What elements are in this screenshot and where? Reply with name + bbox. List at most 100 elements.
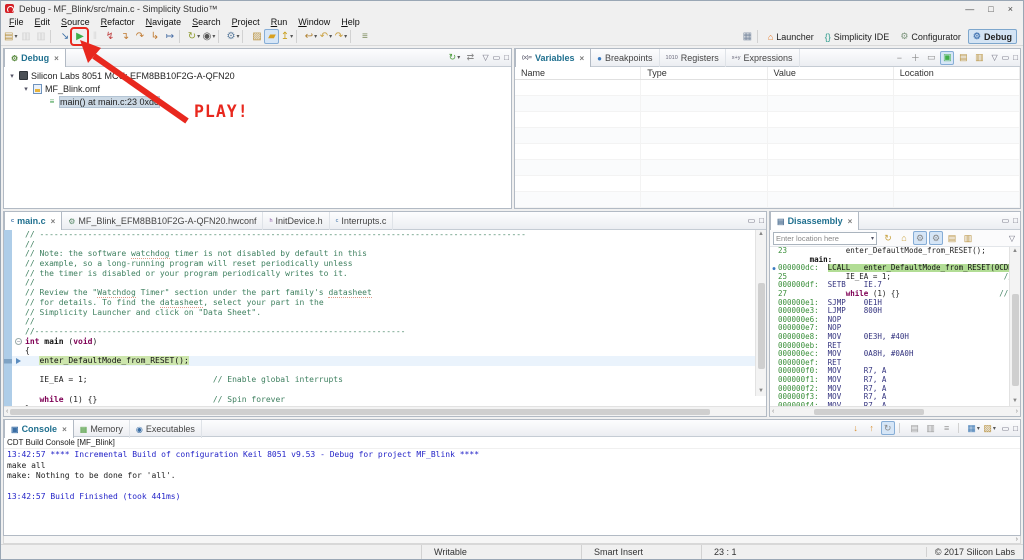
connect-target-icon[interactable]: ↘	[57, 29, 72, 44]
pin-view-icon[interactable]: ▤	[956, 51, 970, 65]
menu-run[interactable]: Run	[266, 17, 293, 27]
editor-tab-mf-blink-efm8bb10f2g-a-qfn20-hwconf[interactable]: ⚙MF_Blink_EFM8BB10F2G-A-QFN20.hwconf	[62, 212, 263, 230]
menu-help[interactable]: Help	[336, 17, 365, 27]
menu-file[interactable]: File	[4, 17, 29, 27]
close-window-icon[interactable]: ×	[1008, 4, 1013, 14]
connect-disconnect-icon[interactable]: ⇄	[463, 51, 477, 65]
close-tab-icon[interactable]: ×	[62, 425, 67, 434]
disasm-horizontal-scrollbar[interactable]: ‹›	[770, 406, 1020, 416]
back-icon[interactable]: ↶▾	[318, 29, 333, 44]
next-console-icon[interactable]: ↓	[849, 421, 863, 435]
previous-console-icon[interactable]: ↑	[865, 421, 879, 435]
vars-tab-breakpoints[interactable]: ●Breakpoints	[591, 49, 659, 67]
view-menu-icon[interactable]: ▽	[1007, 234, 1017, 243]
vars-tab-expressions[interactable]: x+yExpressions	[726, 49, 800, 67]
perspective-simplicity-ide[interactable]: {}Simplicity IDE	[821, 31, 894, 43]
editor-vertical-scrollbar[interactable]: ▲▼	[755, 230, 766, 396]
pin-view-icon[interactable]: ▤	[945, 231, 959, 245]
editor-tab-interrupts-c[interactable]: cInterrupts.c	[330, 212, 394, 230]
minimize-view-icon[interactable]: ▭	[491, 53, 503, 62]
vars-tab-registers[interactable]: 1010Registers	[660, 49, 726, 67]
show-type-names-icon[interactable]: −	[892, 51, 906, 65]
console-tab-executables[interactable]: ◉Executables	[130, 420, 202, 438]
maximize-window-icon[interactable]: □	[988, 4, 993, 14]
minimize-view-icon[interactable]: ▭	[1000, 216, 1012, 225]
maximize-view-icon[interactable]: □	[1011, 424, 1020, 433]
disasm-vertical-scrollbar[interactable]: ▲▼	[1009, 247, 1020, 406]
close-tab-icon[interactable]: ×	[51, 217, 56, 226]
perspective-launcher[interactable]: ⌂Launcher	[764, 31, 818, 43]
column-header-value[interactable]: Value	[768, 67, 894, 79]
editor-tab-initdevice-h[interactable]: hInitDevice.h	[263, 212, 329, 230]
maximize-view-icon[interactable]: □	[502, 53, 511, 62]
open-perspective-icon[interactable]: ▦	[740, 29, 755, 44]
perspective-debug[interactable]: ⚙Debug	[968, 29, 1017, 44]
console-output[interactable]: 13:42:57 **** Incremental Build of confi…	[4, 449, 1020, 535]
maximize-view-icon[interactable]: □	[757, 216, 766, 225]
menu-refactor[interactable]: Refactor	[96, 17, 140, 27]
disasm-tab-disassembly[interactable]: ▤Disassembly×	[770, 212, 859, 230]
debug-tab-debug[interactable]: ⚙Debug×	[4, 49, 66, 67]
capture-screenshot-icon[interactable]: ◉▾	[201, 29, 216, 44]
code-editor[interactable]: // -------------------------------------…	[4, 230, 766, 406]
editor-tab-main-c[interactable]: cmain.c×	[4, 212, 62, 230]
tree-item-mf-blink-omf[interactable]: ▾MF_Blink.omf	[4, 82, 511, 95]
new-wizard-icon[interactable]: ▤▾	[3, 29, 18, 44]
menu-navigate[interactable]: Navigate	[141, 17, 187, 27]
forward-icon[interactable]: ↷▾	[333, 29, 348, 44]
step-into-icon[interactable]: ↴	[117, 29, 132, 44]
console-tab-memory[interactable]: ▦Memory	[74, 420, 130, 438]
flash-programmer-icon[interactable]: ▰	[264, 29, 279, 44]
new-debug-session-icon[interactable]: ↻▾	[447, 51, 461, 65]
menu-edit[interactable]: Edit	[30, 17, 56, 27]
energy-profiler-icon[interactable]: ↥▾	[279, 29, 294, 44]
column-header-location[interactable]: Location	[894, 67, 1020, 79]
editor-horizontal-scrollbar[interactable]: ‹	[4, 406, 766, 416]
instruction-stepping-icon[interactable]: ↦	[162, 29, 177, 44]
tree-item-main-at-main-c-23-0xdc[interactable]: ≡main() at main.c:23 0xdc	[4, 95, 511, 108]
save-icon[interactable]: ▥	[18, 29, 33, 44]
step-return-icon[interactable]: ↳	[147, 29, 162, 44]
open-new-view-icon[interactable]: ▥	[961, 231, 975, 245]
minimize-window-icon[interactable]: —	[965, 4, 974, 14]
collapse-all-icon[interactable]: ▭	[924, 51, 938, 65]
resume-icon[interactable]: ▶	[72, 29, 87, 44]
debug-configurations-icon[interactable]: ⚙▾	[225, 29, 240, 44]
word-wrap-icon[interactable]: ≡	[940, 421, 954, 435]
view-menu-icon[interactable]: ▽	[989, 53, 999, 62]
sync-with-source-icon[interactable]: ⚙	[929, 231, 943, 245]
reset-device-icon[interactable]: ↯	[102, 29, 117, 44]
profile-as-icon[interactable]: ↻▾	[186, 29, 201, 44]
refresh-view-icon[interactable]: ↻	[881, 231, 895, 245]
auto-refresh-icon[interactable]: ▣	[940, 51, 954, 65]
last-edit-location-icon[interactable]: ↩▾	[303, 29, 318, 44]
column-header-type[interactable]: Type	[641, 67, 767, 79]
column-header-name[interactable]: Name	[515, 67, 641, 79]
expander-icon[interactable]: ▾	[22, 85, 30, 93]
link-with-editor-icon[interactable]: ≡	[357, 29, 372, 44]
close-tab-icon[interactable]: ×	[848, 217, 853, 226]
fold-collapse-icon[interactable]: −	[15, 338, 22, 345]
close-tab-icon[interactable]: ×	[54, 54, 59, 63]
scroll-lock-icon[interactable]: ▥	[924, 421, 938, 435]
disassembly-code[interactable]: 23 enter_DefaultMode_from_RESET(); main:…	[770, 247, 1020, 406]
maximize-view-icon[interactable]: □	[1011, 216, 1020, 225]
show-source-icon[interactable]: ⚙	[913, 231, 927, 245]
step-over-icon[interactable]: ↷	[132, 29, 147, 44]
home-icon[interactable]: ⌂	[897, 231, 911, 245]
minimize-view-icon[interactable]: ▭	[746, 216, 758, 225]
open-new-view-icon[interactable]: ▥	[972, 51, 986, 65]
tree-item-silicon-labs-8051-mcu-efm8bb[interactable]: ▾Silicon Labs 8051 MCU: EFM8BB10F2G-A-QF…	[4, 69, 511, 82]
menu-search[interactable]: Search	[187, 17, 226, 27]
minimize-view-icon[interactable]: ▭	[1000, 53, 1012, 62]
open-console-icon[interactable]: ▧▾	[983, 421, 997, 435]
save-all-icon[interactable]: ▥	[33, 29, 48, 44]
open-project-icon[interactable]: ▨	[249, 29, 264, 44]
minimize-view-icon[interactable]: ▭	[1000, 424, 1012, 433]
pin-console-icon[interactable]: ↻	[881, 421, 895, 435]
console-tab-console[interactable]: ▣Console×	[4, 420, 74, 438]
menu-source[interactable]: Source	[56, 17, 95, 27]
location-combo[interactable]: Enter location here▾	[773, 232, 877, 245]
menu-project[interactable]: Project	[227, 17, 265, 27]
clear-console-icon[interactable]: ▤	[908, 421, 922, 435]
